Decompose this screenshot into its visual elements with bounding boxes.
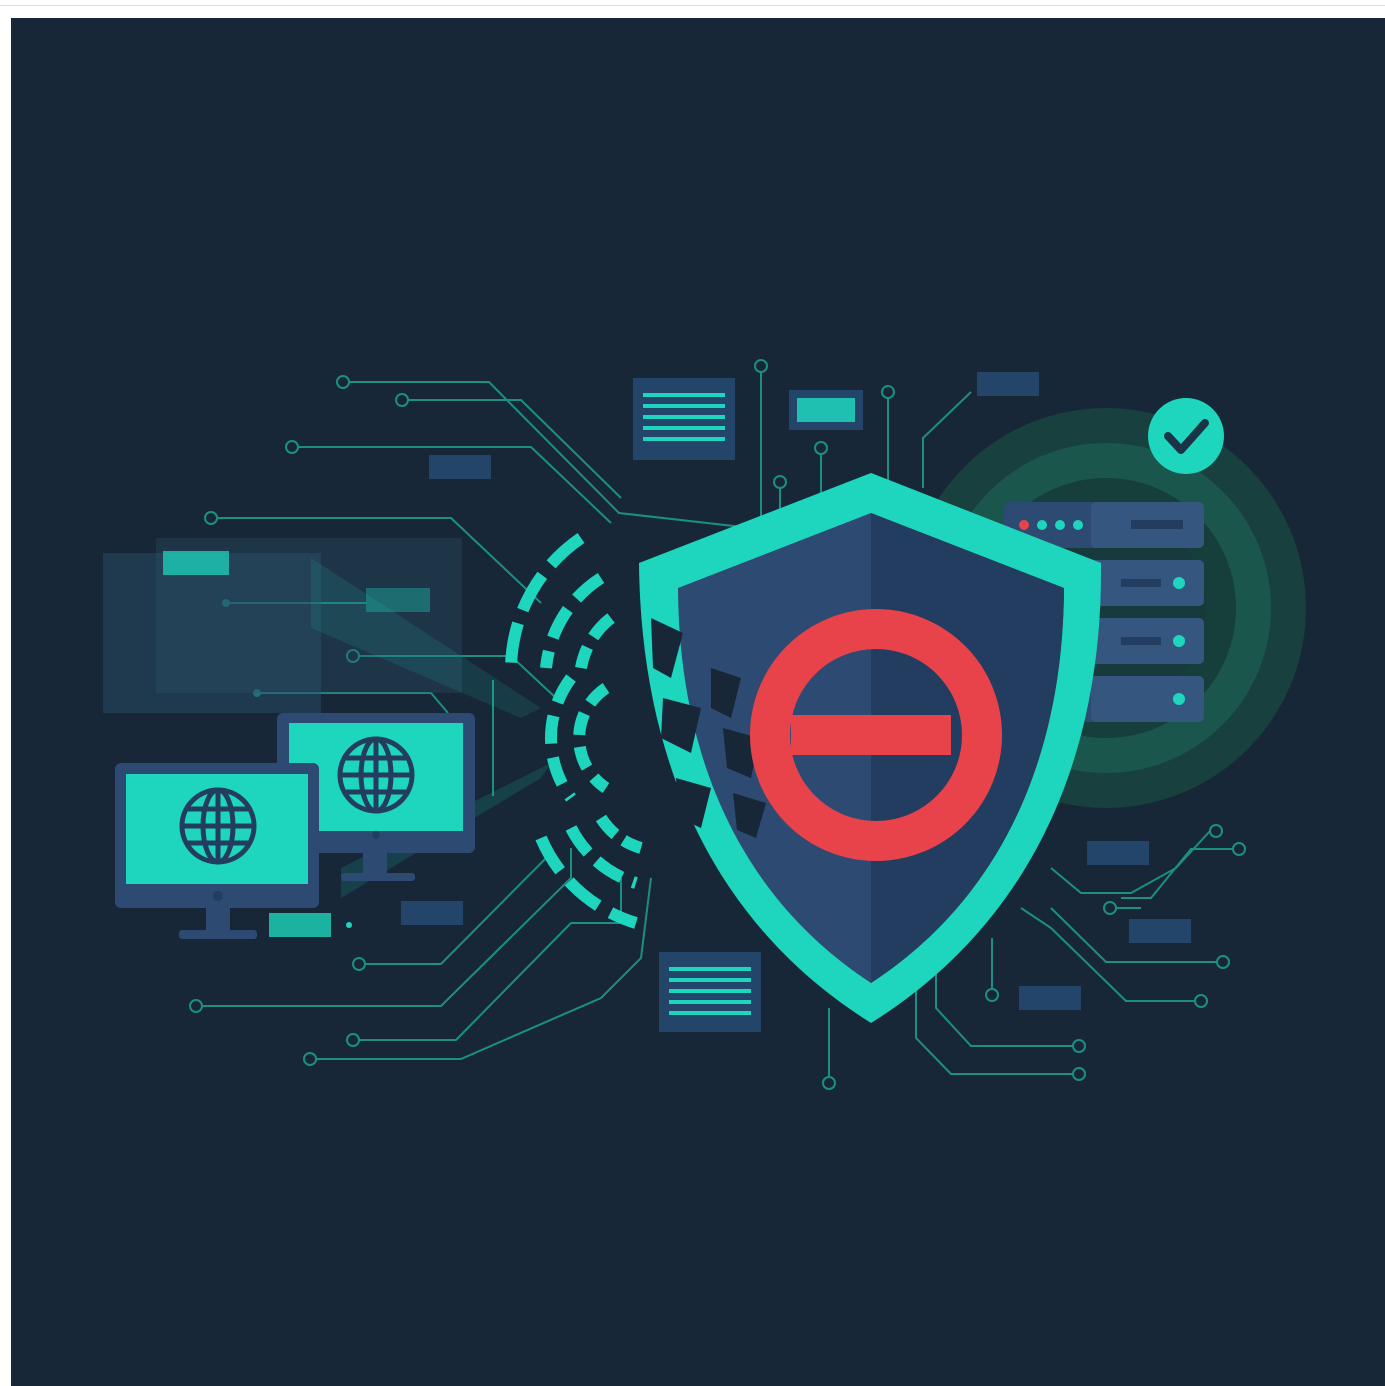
- shield-block-icon: [639, 473, 1102, 1023]
- document-card-bottom: [659, 952, 761, 1032]
- signal-waves-icon: [505, 533, 643, 929]
- security-illustration: [103, 359, 1306, 1090]
- illustration-canvas: [11, 18, 1385, 1386]
- globe-icon: [179, 787, 257, 865]
- top-divider: [0, 5, 1385, 6]
- globe-icon: [337, 736, 415, 814]
- checkmark-badge-icon: [1148, 398, 1224, 474]
- document-card-top: [633, 378, 735, 460]
